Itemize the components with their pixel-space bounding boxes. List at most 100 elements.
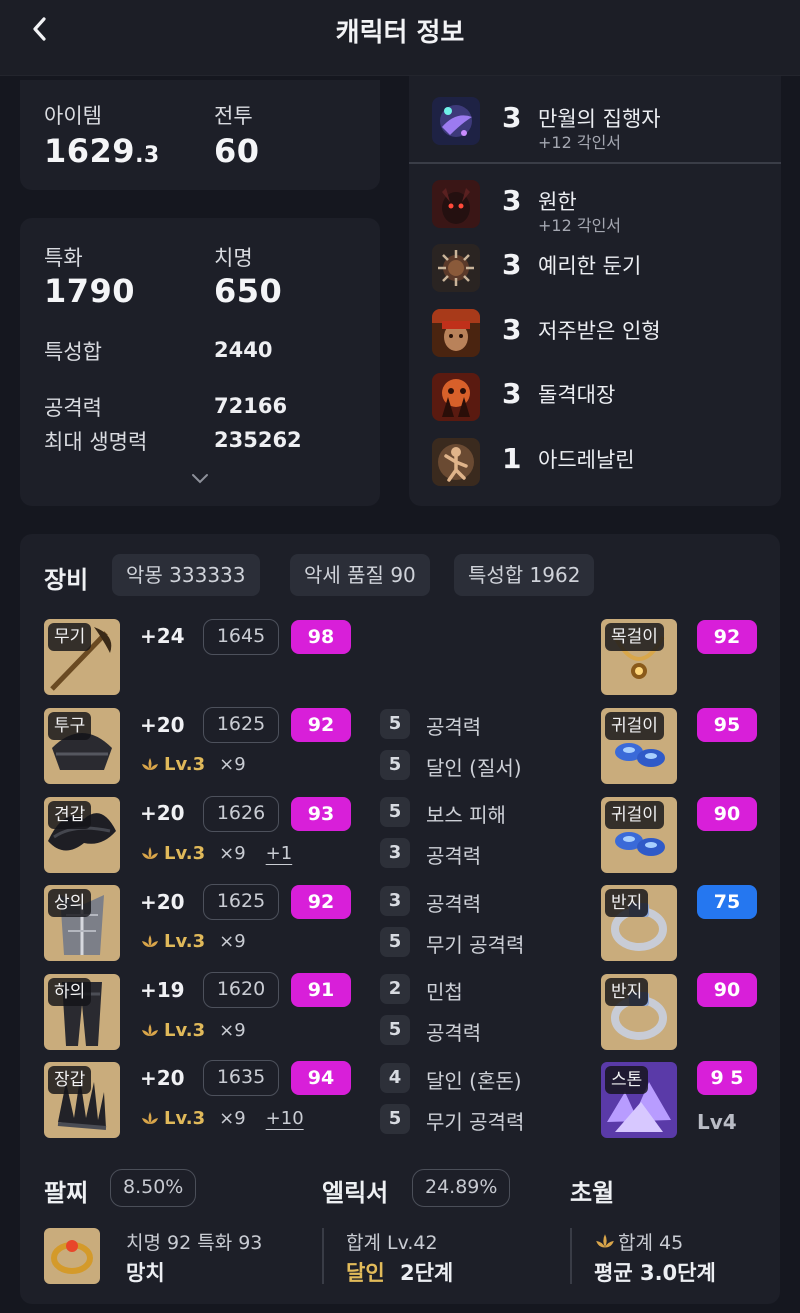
slot-label: 귀걸이: [605, 801, 664, 829]
item-level-label: 아이템: [44, 104, 102, 128]
summary-card: 아이템 1629.3 전투 60: [20, 80, 380, 190]
elixir-total: 합계 Lv.42: [346, 1232, 438, 1254]
effect-level: 3: [380, 886, 410, 916]
slot-label: 반지: [605, 978, 649, 1006]
transcend-line: Lv.3 ×9: [140, 1020, 246, 1041]
slot-label: 귀걸이: [605, 712, 664, 740]
elixir-bonus: +10: [265, 1108, 304, 1129]
trait-sum-pill: 특성합 1962: [454, 554, 595, 596]
slot-label: 투구: [48, 712, 92, 740]
crit-label: 치명: [214, 246, 253, 270]
engraving-name: 예리한 둔기: [538, 254, 642, 278]
engraving-row[interactable]: 1 아드레날린: [432, 438, 772, 488]
adrenaline-icon: [432, 438, 480, 486]
transcend-multiplier: ×9: [219, 843, 246, 864]
elixir-title: 엘릭서: [322, 1179, 389, 1207]
effect-level: 2: [380, 974, 410, 1004]
enhance-level: +24: [140, 624, 185, 648]
slot-label: 견갑: [48, 801, 92, 829]
divider: [570, 1228, 572, 1284]
engraving-level: 3: [502, 101, 522, 134]
bracelet-name: 망치: [126, 1261, 165, 1285]
bracelet-stats: 치명 92 특화 93: [126, 1232, 263, 1254]
trait-sum-value: 2440: [214, 338, 273, 362]
accessory-quality-pill: 악세 품질 90: [290, 554, 430, 596]
elixir-set: 달인: [346, 1261, 385, 1285]
engraving-level: 1: [502, 442, 522, 475]
quality-badge: 92: [291, 708, 351, 742]
quality-badge: 93: [291, 797, 351, 831]
effect-name: 공격력: [426, 1021, 482, 1045]
transcend-multiplier: ×9: [219, 931, 246, 952]
transcend-level: Lv.3: [164, 843, 206, 864]
lotus-icon: [142, 757, 158, 770]
quality-badge: 95: [697, 708, 757, 742]
equipment-title: 장비: [44, 566, 89, 594]
transcend-level: Lv.3: [164, 1108, 206, 1129]
lotus-icon: [142, 1023, 158, 1036]
page-title: 캐릭터 정보: [335, 18, 465, 48]
effect-level: 4: [380, 1063, 410, 1093]
slot-label: 장갑: [48, 1066, 92, 1094]
divider: [322, 1228, 324, 1284]
enhance-level: +20: [140, 801, 185, 825]
quality-badge: 98: [291, 620, 351, 654]
engraving-row[interactable]: 3 만월의 집행자 +12 각인서: [432, 97, 772, 152]
effect-name: 달인 (혼돈): [426, 1069, 522, 1093]
quality-badge: 90: [697, 797, 757, 831]
engraving-row[interactable]: 3 예리한 둔기: [432, 244, 772, 294]
item-level-value: 1629.3: [44, 132, 160, 170]
item-level-badge: 1625: [203, 707, 279, 743]
engraving-divider: [409, 162, 781, 164]
item-level-badge: 1625: [203, 884, 279, 920]
effect-level: 5: [380, 927, 410, 957]
elixir-bonus: +1: [265, 843, 293, 864]
transcend-total: 합계 45: [618, 1232, 684, 1254]
bracelet-title: 팔찌: [44, 1179, 89, 1207]
elixir-percent: 24.89%: [412, 1169, 511, 1207]
transcend-level: Lv.3: [164, 754, 206, 775]
item-level-badge: 1645: [203, 619, 279, 655]
bracelet-percent: 8.50%: [110, 1169, 197, 1207]
engraving-row[interactable]: 3 돌격대장: [432, 373, 772, 423]
max-hp-value: 235262: [214, 428, 302, 452]
transcend-multiplier: ×9: [219, 754, 246, 775]
elixir-stage: 2단계: [400, 1261, 454, 1285]
slot-label: 무기: [48, 623, 92, 651]
enhance-level: +19: [140, 978, 185, 1002]
moon-executor-icon: [432, 97, 480, 145]
effect-level: 5: [380, 1015, 410, 1045]
engraving-book: +12 각인서: [538, 133, 622, 152]
chevron-down-icon[interactable]: [190, 472, 210, 486]
engraving-row[interactable]: 3 원한 +12 각인서: [432, 180, 772, 235]
engraving-book: +12 각인서: [538, 216, 622, 235]
effect-name: 무기 공격력: [426, 933, 525, 957]
engraving-level: 3: [502, 377, 522, 410]
transcend-average: 평균 3.0단계: [594, 1261, 716, 1285]
enhance-level: +20: [140, 890, 185, 914]
slot-label: 상의: [48, 889, 92, 917]
engraving-name: 돌격대장: [538, 383, 616, 407]
transcend-level: Lv.3: [164, 1020, 206, 1041]
quality-badge: 92: [291, 885, 351, 919]
enhance-level: +20: [140, 713, 185, 737]
bracelet-icon[interactable]: [44, 1228, 100, 1284]
quality-badge: 92: [697, 620, 757, 654]
quality-badge: 75: [697, 885, 757, 919]
lotus-icon: [596, 1233, 614, 1247]
item-level-badge: 1635: [203, 1060, 279, 1096]
effect-name: 민첩: [426, 980, 463, 1004]
effect-level: 3: [380, 838, 410, 868]
raid-captain-icon: [432, 373, 480, 421]
transcend-level: Lv.3: [164, 931, 206, 952]
attack-value: 72166: [214, 394, 288, 418]
stats-card[interactable]: 특화 1790 치명 650 특성합 2440 공격력 72166 최대 생명력…: [20, 218, 380, 506]
quality-badge: 91: [291, 973, 351, 1007]
transcend-line: Lv.3 ×9 +1: [140, 843, 292, 864]
effect-name: 달인 (질서): [426, 756, 522, 780]
stone-level: Lv4: [697, 1110, 737, 1134]
grudge-icon: [432, 180, 480, 228]
slot-label: 반지: [605, 889, 649, 917]
engraving-row[interactable]: 3 저주받은 인형: [432, 309, 772, 359]
effect-name: 무기 공격력: [426, 1110, 525, 1134]
